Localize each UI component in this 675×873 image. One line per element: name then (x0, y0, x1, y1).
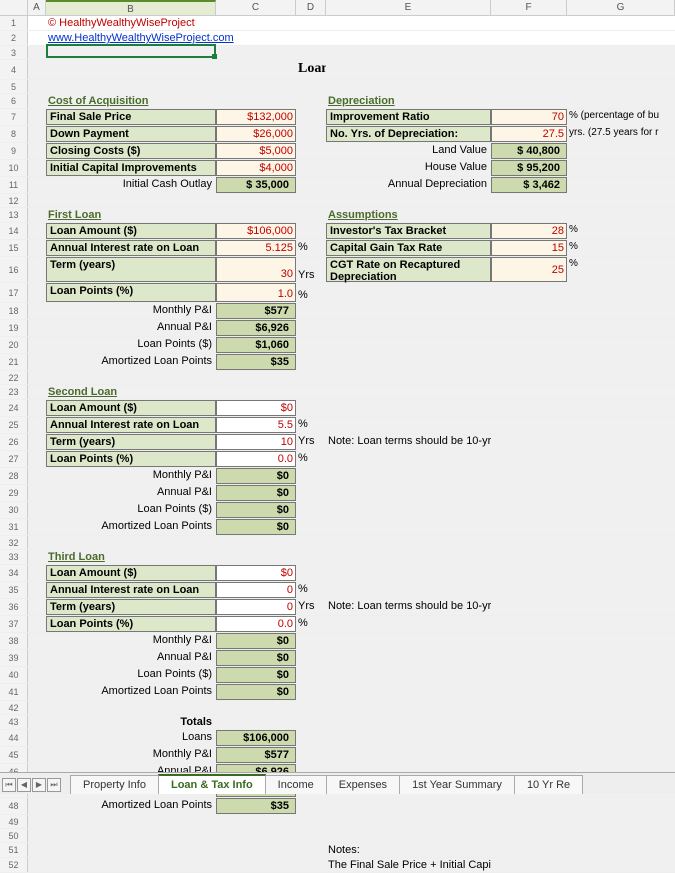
tab-last-icon[interactable]: ⏭ (47, 778, 61, 792)
website-link[interactable]: www.HealthyWealthyWiseProject.com (48, 32, 234, 44)
tab-nav-buttons[interactable]: ⏮ ◀ ▶ ⏭ (2, 778, 61, 792)
tab-property-info[interactable]: Property Info (70, 775, 159, 794)
tab-1st-year-summary[interactable]: 1st Year Summary (399, 775, 515, 794)
tab-first-icon[interactable]: ⏮ (2, 778, 16, 792)
tab-10yr[interactable]: 10 Yr Re (514, 775, 583, 794)
third-loan-header: Third Loan (46, 550, 216, 564)
col-e[interactable]: E (326, 0, 491, 15)
page-title: Loan & Tax Information (296, 60, 326, 79)
loan-term-note: Note: Loan terms should be 10-yr minimum… (326, 434, 491, 450)
col-d[interactable]: D (296, 0, 326, 15)
col-f[interactable]: F (491, 0, 567, 15)
tab-income[interactable]: Income (265, 775, 327, 794)
copyright-text: © HealthyWealthyWiseProject (46, 16, 216, 30)
tab-expenses[interactable]: Expenses (326, 775, 400, 794)
tab-next-icon[interactable]: ▶ (32, 778, 46, 792)
col-c[interactable]: C (216, 0, 296, 15)
first-loan-header: First Loan (46, 208, 216, 222)
col-b[interactable]: B (46, 0, 216, 15)
coa-header: Cost of Acquisition (46, 94, 216, 108)
dep-header: Depreciation (326, 94, 491, 108)
sheet-tabs: ⏮ ◀ ▶ ⏭ Property Info Loan & Tax Info In… (0, 772, 675, 794)
tab-prev-icon[interactable]: ◀ (17, 778, 31, 792)
col-g[interactable]: G (567, 0, 675, 15)
notes-header: Notes: (326, 843, 491, 857)
assumptions-header: Assumptions (326, 208, 491, 222)
notes-line: The Final Sale Price + Initial Capital I… (326, 858, 491, 872)
totals-header: Totals (46, 715, 216, 729)
second-loan-header: Second Loan (46, 385, 216, 399)
grid[interactable]: 1© HealthyWealthyWiseProject 2www.Health… (0, 16, 675, 873)
tab-loan-tax-info[interactable]: Loan & Tax Info (158, 774, 266, 794)
col-a[interactable]: A (28, 0, 46, 15)
column-headers: A B C D E F G (0, 0, 675, 16)
